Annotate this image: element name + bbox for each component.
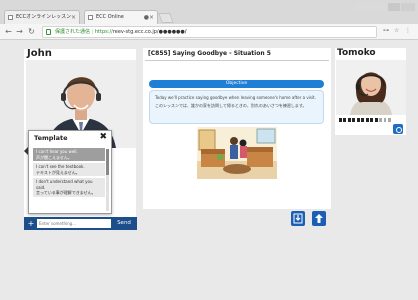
- new-tab-button[interactable]: [158, 13, 174, 23]
- volume-segment: [361, 118, 365, 122]
- volume-segment: [365, 118, 369, 122]
- close-icon[interactable]: ✖: [99, 132, 107, 142]
- profile-button[interactable]: [355, 3, 385, 11]
- menu-icon[interactable]: ⋮: [405, 27, 411, 34]
- scrollbar-thumb[interactable]: [106, 149, 109, 175]
- tab-ecc-online-lesson[interactable]: ECCオンラインレッスン ×: [4, 10, 80, 24]
- volume-segment: [379, 118, 383, 122]
- key-icon[interactable]: ⊶: [383, 27, 389, 34]
- upload-button[interactable]: [312, 211, 326, 226]
- objective-text-box: Today we'll practice saying goodbye when…: [149, 90, 324, 124]
- teacher-name: John: [27, 48, 52, 59]
- student-video: [336, 60, 406, 115]
- url-field[interactable]: 保護された通信 | https://reev-stg.ecc.co.jp/●●●…: [42, 26, 377, 38]
- close-icon[interactable]: ●×: [144, 11, 154, 24]
- template-scrollbar[interactable]: [106, 149, 109, 211]
- volume-segment: [374, 118, 378, 122]
- volume-segment: [339, 118, 342, 122]
- tab-label: ECCオンラインレッスン: [16, 14, 72, 20]
- template-list: I can't hear you well. 声が聞こえません。 I can't…: [33, 148, 105, 212]
- student-avatar: [336, 60, 406, 115]
- volume-segment: [347, 118, 351, 122]
- volume-segment: [370, 118, 374, 122]
- living-room-illustration: [197, 127, 277, 179]
- plus-icon[interactable]: +: [27, 217, 35, 230]
- download-icon: [293, 213, 303, 224]
- template-item[interactable]: I can't see the textbook. テキストが見えません。: [33, 163, 105, 176]
- template-item-en: I don't understand what you said.: [36, 179, 93, 190]
- template-item-ja: 声が聞こえません。: [36, 154, 72, 160]
- camera-icon[interactable]: [393, 124, 403, 134]
- tab-favicon-icon: [8, 15, 13, 20]
- volume-segment: [343, 118, 347, 122]
- browser-tab-bar: ECCオンラインレッスン × ECC Online ●×: [0, 0, 418, 24]
- up-arrow-icon: [315, 214, 323, 223]
- back-arrow-icon[interactable]: ←: [4, 27, 13, 36]
- template-item[interactable]: I don't understand what you said. 言っている事…: [33, 178, 105, 197]
- url-protocol: https://: [94, 29, 113, 35]
- template-item-ja: 言っている事が理解できません。: [36, 190, 96, 195]
- volume-meter: [339, 117, 391, 123]
- volume-segment: [383, 118, 387, 122]
- template-popup: Template ✖ I can't hear you well. 声が聞こえま…: [28, 130, 112, 214]
- address-bar: ← → ↻ 保護された通信 | https://reev-stg.ecc.co.…: [0, 24, 418, 40]
- template-item[interactable]: I can't hear you well. 声が聞こえません。: [33, 148, 105, 161]
- divider: [145, 60, 329, 61]
- volume-segment: [387, 118, 391, 122]
- objective-text-en: Today we'll practice saying goodbye when…: [155, 95, 316, 100]
- close-window-button[interactable]: [401, 3, 415, 11]
- url-host: reev-stg.ecc.co.jp/: [112, 29, 159, 35]
- send-button[interactable]: Send: [113, 218, 135, 229]
- url-masked-path: ●●●●●●/: [158, 29, 187, 35]
- lesson-title: [C855] Saying Goodbye - Situation 5: [148, 50, 271, 57]
- volume-segment: [356, 118, 360, 122]
- tab-ecc-online[interactable]: ECC Online ●×: [84, 10, 158, 24]
- tab-label: ECC Online: [96, 14, 124, 20]
- secure-label: 保護された通信: [55, 29, 91, 35]
- objective-text-ja: このレッスンでは、誰かの家を訪問して帰るときの、別れのあいさつを練習します。: [155, 103, 307, 108]
- volume-segment: [352, 118, 356, 122]
- tab-favicon-icon: [88, 15, 93, 20]
- template-title: Template: [34, 134, 68, 142]
- minimize-button[interactable]: [388, 3, 400, 11]
- chat-input[interactable]: [37, 219, 111, 228]
- download-button[interactable]: [291, 211, 305, 226]
- close-icon[interactable]: ×: [71, 11, 76, 24]
- template-item-ja: テキストが見えません。: [36, 169, 80, 175]
- reload-icon[interactable]: ↻: [27, 27, 36, 36]
- student-name: Tomoko: [337, 48, 376, 58]
- star-icon[interactable]: ☆: [394, 27, 399, 34]
- lock-icon: [46, 29, 51, 35]
- objective-header: Objective: [149, 80, 324, 88]
- lesson-illustration: [197, 127, 277, 179]
- forward-arrow-icon[interactable]: →: [15, 27, 24, 36]
